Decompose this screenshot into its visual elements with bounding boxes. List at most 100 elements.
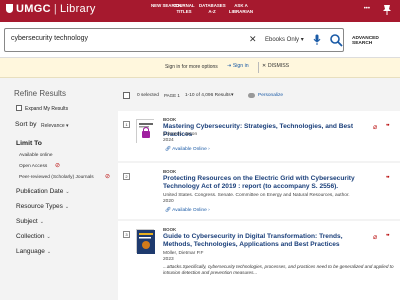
search-scope-dropdown[interactable]: Ebooks Only ▾: [265, 36, 304, 43]
results-panel: 0 selected PAGE 1 1-10 of 4,096 Results …: [118, 78, 400, 300]
chevron-down-icon: ⌄: [46, 249, 52, 255]
advanced-search-link[interactable]: ADVANCED SEARCH: [352, 36, 400, 46]
refine-sidebar: Refine Results Expand My Results Sort by…: [0, 78, 118, 300]
search-box[interactable]: cybersecurity technology ✕ Ebooks Only ▾: [4, 28, 344, 52]
page-indicator: PAGE 1: [164, 93, 180, 98]
umgc-library-logo[interactable]: UMGC | Library: [6, 3, 96, 15]
results-toolbar: 0 selected PAGE 1 1-10 of 4,096 Results …: [118, 88, 400, 102]
quote-icon[interactable]: ❞: [386, 123, 390, 131]
link-icon[interactable]: ⌀: [373, 123, 377, 131]
search-input[interactable]: cybersecurity technology: [11, 35, 88, 42]
sort-by-label: Sort by: [15, 121, 37, 128]
avail-label: Available Online: [172, 147, 207, 152]
result-snippet: ...attacks.Specifically, cybersecurity t…: [163, 264, 394, 275]
resource-type: BOOK: [163, 169, 177, 174]
available-online-link[interactable]: 🔗︎ Available Online ›: [165, 208, 210, 213]
chevron-right-icon: ›: [208, 147, 210, 152]
sign-in-icon: ⇥: [227, 63, 232, 69]
quote-icon[interactable]: ❞: [386, 175, 390, 183]
book-cover-image: [137, 230, 155, 254]
nav-ask-a-librarian[interactable]: ASK A LIBRARIAN: [228, 3, 254, 14]
open-access-icon: ⊘: [55, 163, 61, 169]
result-number[interactable]: 1: [123, 121, 130, 128]
chevron-down-icon: ⌄: [39, 219, 44, 225]
nav-journal-titles[interactable]: JOURNAL TITLES: [170, 3, 198, 14]
facet-resource-types[interactable]: Resource Types ⌄: [16, 203, 69, 210]
limit-available-online[interactable]: Available online: [19, 153, 53, 158]
result-card[interactable]: 3 BOOK Guide to Cybersecurity in Digital…: [118, 221, 400, 300]
more-options-icon[interactable]: •••: [364, 6, 370, 12]
scope-label: Ebooks Only: [265, 37, 300, 43]
result-year: 2020: [163, 199, 174, 204]
avail-label: Available Online: [172, 208, 207, 213]
quote-icon[interactable]: ❞: [386, 233, 390, 241]
result-number[interactable]: 2: [123, 173, 130, 180]
banner-message: Sign in for more options: [165, 64, 218, 70]
logo-text: UMGC: [16, 3, 51, 15]
facet-subject[interactable]: Subject ⌄: [16, 218, 44, 225]
selected-count: 0 selected: [137, 93, 159, 98]
close-icon: ✕: [262, 63, 267, 69]
checkbox[interactable]: [16, 105, 22, 111]
resource-type: BOOK: [163, 227, 177, 232]
result-title[interactable]: Guide to Cybersecurity in Digital Transf…: [163, 233, 371, 249]
microphone-icon[interactable]: [313, 34, 321, 46]
result-year: 2024: [163, 138, 174, 143]
select-all-checkbox[interactable]: [123, 92, 130, 99]
expand-label: Expand My Results: [25, 106, 69, 112]
link-icon: 🔗︎: [165, 147, 172, 152]
chevron-down-icon: ⌄: [64, 204, 70, 210]
book-cover[interactable]: [136, 229, 155, 254]
facet-label: Publication Date: [16, 188, 64, 195]
personalize-toggle[interactable]: [248, 93, 255, 98]
shield-icon: [6, 4, 13, 13]
top-navigation-bar: UMGC | Library NEW SEARCH JOURNAL TITLES D…: [0, 0, 400, 22]
result-year: 2023: [163, 257, 174, 262]
available-online-link[interactable]: 🔗︎ Available Online ›: [165, 147, 210, 152]
dismiss-label: DISMISS: [267, 63, 290, 69]
link-icon[interactable]: ⌀: [373, 233, 377, 241]
facet-label: Language: [16, 248, 45, 255]
facet-label: Subject: [16, 218, 38, 225]
facet-label: Resource Types: [16, 203, 63, 210]
expand-results-toggle[interactable]: Expand My Results: [16, 105, 68, 112]
sign-in-banner: Sign in for more options ⇥ Sign in ✕ DIS…: [0, 58, 400, 78]
sort-dropdown[interactable]: Relevance ▾: [41, 123, 69, 129]
limit-to-heading: Limit To: [16, 140, 42, 147]
result-card[interactable]: 2 BOOK Protecting Resources on the Elect…: [118, 163, 400, 219]
logo-divider: |: [53, 3, 57, 15]
dismiss-button[interactable]: ✕ DISMISS: [262, 63, 289, 69]
logo-subtitle: Library: [59, 3, 96, 15]
result-title[interactable]: Protecting Resources on the Electric Gri…: [163, 175, 371, 191]
limit-open-access[interactable]: Open Access: [19, 164, 47, 169]
result-card[interactable]: 1 BOOK Mastering Cybersecurity: Strategi…: [118, 111, 400, 161]
result-number[interactable]: 3: [123, 231, 130, 238]
banner-divider: [258, 62, 259, 73]
nav-databases-az[interactable]: DATABASES A-Z: [199, 3, 226, 14]
sign-in-label: Sign in: [232, 63, 249, 69]
pin-icon[interactable]: [382, 4, 392, 16]
facet-label: Collection: [16, 233, 45, 240]
personalize-label[interactable]: Personalize: [258, 93, 283, 98]
chevron-right-icon: ›: [208, 208, 210, 213]
refine-results-heading: Refine Results: [14, 89, 67, 98]
book-cover[interactable]: [136, 119, 155, 144]
resource-type: BOOK: [163, 117, 177, 122]
chevron-down-icon: ▾: [300, 37, 304, 43]
clear-search-icon[interactable]: ✕: [249, 34, 257, 45]
sign-in-link[interactable]: ⇥ Sign in: [227, 63, 249, 69]
peer-reviewed-icon: ⊘: [105, 174, 111, 180]
facet-language[interactable]: Language ⌄: [16, 248, 51, 255]
more-actions-icon[interactable]: ▾: [231, 92, 234, 98]
limit-peer-reviewed[interactable]: Peer-reviewed (Scholarly) Journals: [19, 175, 94, 180]
chevron-down-icon: ⌄: [46, 234, 51, 240]
facet-publication-date[interactable]: Publication Date ⌄: [16, 188, 70, 195]
search-icon[interactable]: [329, 33, 343, 47]
results-range: 1-10 of 4,096 Results: [185, 93, 231, 98]
search-area: cybersecurity technology ✕ Ebooks Only ▾…: [0, 22, 400, 58]
book-cover-image: [137, 120, 155, 144]
sort-value: Relevance: [41, 123, 65, 129]
facet-collection[interactable]: Collection ⌄: [16, 233, 51, 240]
chevron-down-icon: ⌄: [65, 189, 70, 195]
link-icon: 🔗︎: [165, 208, 172, 213]
